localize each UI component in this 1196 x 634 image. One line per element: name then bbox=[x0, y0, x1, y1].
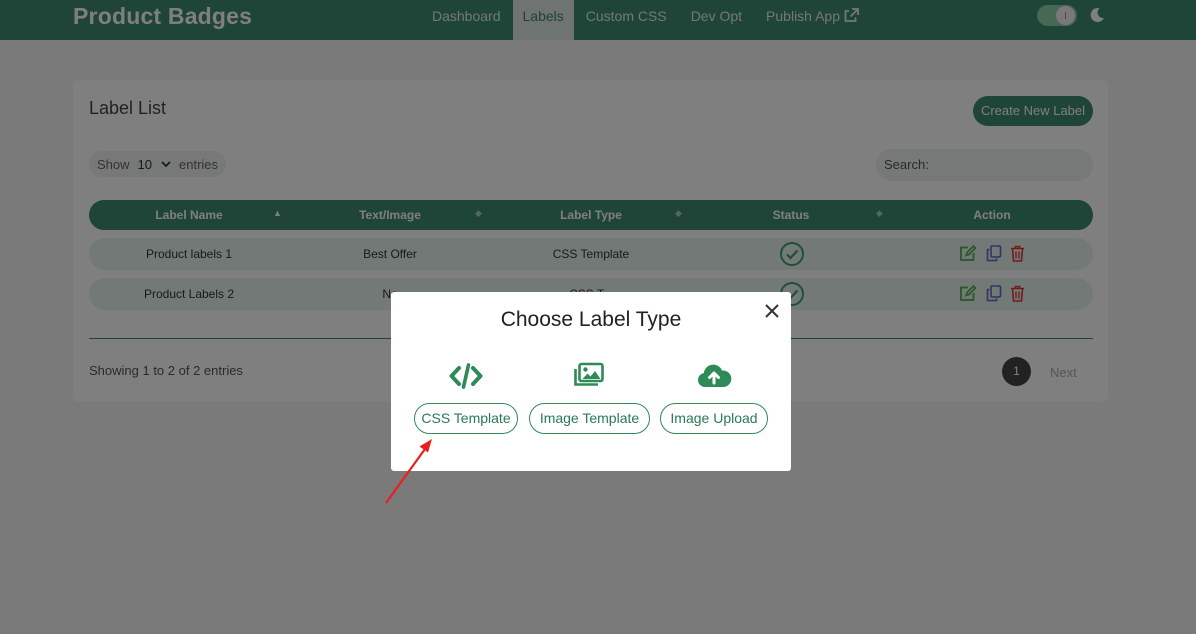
annotation-arrow bbox=[385, 439, 432, 504]
